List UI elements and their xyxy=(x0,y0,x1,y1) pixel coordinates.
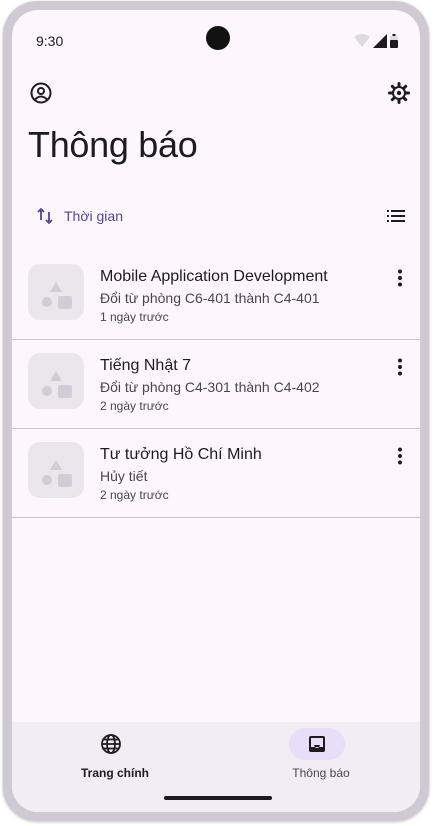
notification-title: Tư tưởng Hồ Chí Minh xyxy=(100,446,262,463)
battery-icon xyxy=(390,34,398,48)
more-options-button[interactable] xyxy=(388,355,412,379)
more-options-button[interactable] xyxy=(388,266,412,290)
notification-time: 2 ngày trước xyxy=(100,488,169,502)
nav-item-home[interactable]: Trang chính xyxy=(12,722,218,802)
notification-subtitle: Đổi từ phòng C4-301 thành C4-402 xyxy=(100,379,320,395)
list-icon xyxy=(387,210,405,222)
nav-item-notifications[interactable]: Thông báo xyxy=(218,722,420,802)
notification-title: Mobile Application Development xyxy=(100,268,328,285)
page-title: Thông báo xyxy=(28,124,198,165)
notification-time: 2 ngày trước xyxy=(100,399,169,413)
notification-item[interactable]: Mobile Application Development Đổi từ ph… xyxy=(12,251,420,340)
notification-item[interactable]: Tư tưởng Hồ Chí Minh Hủy tiết 2 ngày trư… xyxy=(12,429,420,518)
sort-label: Thời gian xyxy=(64,208,123,224)
account-circle-icon xyxy=(30,82,52,104)
app-screen: 9:30 Thông báo Thời gian Mobile Applicat… xyxy=(12,10,420,812)
inbox-icon xyxy=(309,736,325,752)
more-vert-icon xyxy=(398,269,402,287)
notification-item[interactable]: Tiếng Nhật 7 Đổi từ phòng C4-301 thành C… xyxy=(12,340,420,429)
sort-button[interactable]: Thời gian xyxy=(36,207,123,225)
status-bar: 9:30 xyxy=(12,10,420,54)
notification-title: Tiếng Nhật 7 xyxy=(100,357,192,374)
nav-indicator xyxy=(83,728,139,760)
nav-label-home: Trang chính xyxy=(80,766,149,780)
more-vert-icon xyxy=(398,358,402,376)
notification-subtitle: Hủy tiết xyxy=(100,468,148,484)
globe-icon xyxy=(101,734,121,754)
status-icons xyxy=(354,34,398,48)
more-options-button[interactable] xyxy=(388,444,412,468)
notification-subtitle: Đổi từ phòng C6-401 thành C4-401 xyxy=(100,290,320,306)
wifi-icon xyxy=(354,34,370,47)
nav-label-notifications: Thông báo xyxy=(292,766,350,780)
nav-indicator-active xyxy=(289,728,345,760)
gesture-home-bar[interactable] xyxy=(164,796,272,800)
notification-thumbnail xyxy=(28,264,84,320)
notification-thumbnail xyxy=(28,353,84,409)
signal-icon xyxy=(373,34,387,48)
camera-cutout xyxy=(206,26,230,50)
notification-thumbnail xyxy=(28,442,84,498)
swap-vert-icon xyxy=(37,207,53,225)
view-toggle-button[interactable] xyxy=(386,206,406,231)
image-placeholder-icon xyxy=(42,282,72,309)
notification-list: Mobile Application Development Đổi từ ph… xyxy=(12,251,420,518)
phone-frame: 9:30 Thông báo Thời gian Mobile Applicat… xyxy=(3,1,429,821)
status-time: 9:30 xyxy=(36,33,64,49)
gear-icon xyxy=(388,82,410,104)
image-placeholder-icon xyxy=(42,460,72,487)
notification-time: 1 ngày trước xyxy=(100,310,169,324)
settings-button[interactable] xyxy=(386,80,412,106)
account-button[interactable] xyxy=(28,80,54,106)
more-vert-icon xyxy=(398,447,402,465)
image-placeholder-icon xyxy=(42,371,72,398)
